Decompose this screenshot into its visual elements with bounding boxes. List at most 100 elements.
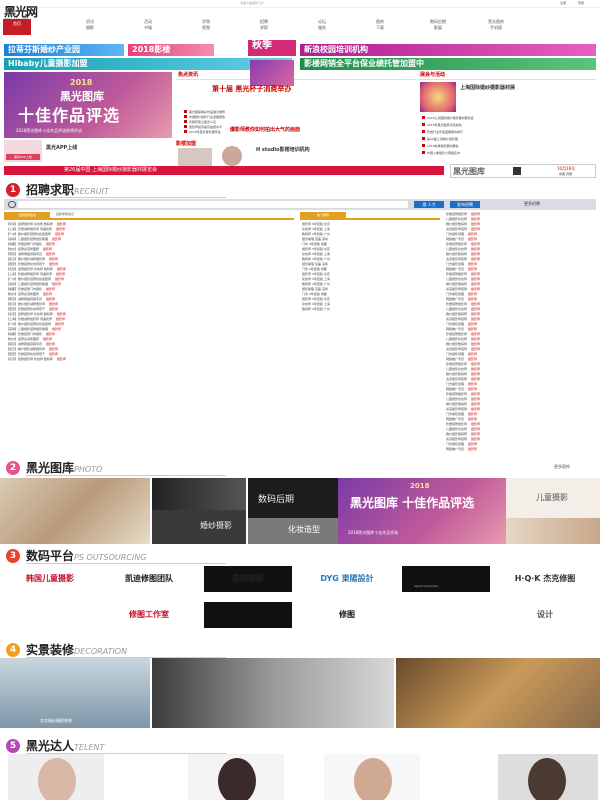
table-row[interactable]: 资深摄影师招聘 摄影师	[446, 257, 598, 261]
table-row[interactable]: 【广州】婚纱摄影招聘化妆造型师 摄影师	[6, 232, 296, 236]
table-row[interactable]: 资深摄影师招聘 摄影师	[446, 347, 598, 351]
table-row[interactable]: 儿童摄影化妆师 摄影师	[446, 337, 598, 341]
table-row[interactable]: 门市销售经理 摄影师	[446, 292, 598, 296]
table-row[interactable]: 【北京】招聘摄影师 化妆师 数码师 摄影师	[6, 357, 296, 361]
table-row[interactable]: 婚纱摄影数码师 摄影师	[446, 342, 598, 346]
studio-logo[interactable]: 设计	[501, 602, 589, 628]
banner-hibaby[interactable]: Hibaby儿童摄影加盟	[4, 58, 292, 70]
table-row[interactable]: 资深摄影师招聘 摄影师	[446, 227, 598, 231]
table-row[interactable]: 【武汉】婚纱摄影诚聘摄影师 摄影师	[6, 302, 296, 306]
studio-logo[interactable]	[6, 602, 94, 628]
table-row[interactable]: 【杭州】招聘资深修图师 摄影师	[6, 247, 296, 251]
tab-all-jobs[interactable]: 全部招聘信息	[4, 212, 50, 218]
table-row[interactable]: 【深圳】儿童摄影招聘摄影助理 摄影师	[6, 237, 296, 241]
table-row[interactable]: 儿童摄影化妆师 摄影师	[446, 247, 598, 251]
table-row[interactable]: 网络推广专员 摄影师	[446, 297, 598, 301]
table-row[interactable]: 【杭州】招聘资深修图师 摄影师	[6, 292, 296, 296]
feature-promo[interactable]: 2018 黑光图库 十佳作品评选 2018黑光图库十佳作品评选即将开启	[4, 72, 172, 138]
studio-logo[interactable]	[204, 602, 292, 628]
table-row[interactable]: 门市 4年经验 成都	[302, 292, 442, 296]
recruit-search-input[interactable]	[18, 201, 408, 208]
table-row[interactable]: 【北京】招聘摄影师 化妆师 数码师 摄影师	[6, 267, 296, 271]
table-row[interactable]: 摄影助理 应届 深圳	[302, 262, 442, 266]
list-item[interactable]: 中国人像摄影大赛报名中	[422, 151, 598, 155]
nav-link[interactable]: 服务	[302, 25, 342, 31]
photo-portrait[interactable]	[506, 518, 600, 544]
news-tab-studio[interactable]: 影楼加盟	[176, 140, 196, 147]
photo-wedding[interactable]: 婚纱摄影	[152, 510, 246, 544]
table-row[interactable]: 婚纱摄影数码师 摄影师	[446, 432, 598, 436]
table-row[interactable]: 【西安】影楼招聘化妆师若干 摄影师	[6, 262, 296, 266]
decor-blue-room[interactable]: 北京婚纱摄影装修	[0, 658, 150, 728]
app-title[interactable]: 黑光APP上线	[46, 144, 77, 151]
table-row[interactable]: 【上海】影楼诚聘摄影师 待遇优厚 摄影师	[6, 317, 296, 321]
list-item[interactable]: 2018上海国际婚纱摄影器材展览会	[422, 116, 598, 120]
table-row[interactable]: 摄影助理 应届 深圳	[302, 237, 442, 241]
studio-logo[interactable]: 修图工作室	[105, 602, 193, 628]
tab-job-seekers[interactable]: 最新求职信息	[56, 212, 74, 216]
more-photo-link[interactable]: 更多图库	[554, 464, 570, 470]
table-row[interactable]: 【深圳】儿童摄影招聘摄影助理 摄影师	[6, 327, 296, 331]
table-row[interactable]: 婚纱摄影数码师 摄影师	[446, 312, 598, 316]
list-item[interactable]: 摄影师如何提高拍摄水平	[184, 125, 416, 129]
photo-digital[interactable]: 数码后期	[248, 478, 338, 518]
table-row[interactable]: 摄影师 5年经验 北京	[302, 297, 442, 301]
studio-logo[interactable]: 星韵摄影	[204, 566, 292, 592]
table-row[interactable]: 【成都】影楼招聘门市销售 摄影师	[6, 287, 296, 291]
login-link[interactable]: 登录	[578, 1, 584, 5]
table-row[interactable]: 网络推广专员 摄影师	[446, 267, 598, 271]
table-row[interactable]: 资深摄影师招聘 摄影师	[446, 407, 598, 411]
banner-autumn[interactable]: 秋季	[248, 40, 296, 56]
table-row[interactable]: 【深圳】儿童摄影招聘摄影助理 摄影师	[6, 282, 296, 286]
nav-link[interactable]: 影展	[418, 25, 458, 31]
table-row[interactable]: 化妆师 3年经验 上海	[302, 277, 442, 281]
studio-logo[interactable]: H·Q·K 杰克修图	[501, 566, 589, 592]
banner-lady[interactable]: 拉蒂芬斯婚纱产业园	[4, 44, 124, 56]
news-headline[interactable]: 第十届 黑光杯子消费举办	[212, 84, 291, 94]
list-item[interactable]: 2018年黑光图库评选启动	[422, 123, 598, 127]
table-row[interactable]: 摄影助理 应届 深圳	[302, 287, 442, 291]
exhibit-ad[interactable]: 黑光图库 10月16号 中国·济南	[450, 164, 596, 178]
banner-online[interactable]: 影楼网销全平台保业绩托管加盟中	[300, 58, 596, 70]
table-row[interactable]: 影楼招聘摄影师 摄影师	[446, 392, 598, 396]
table-row[interactable]: 化妆师 3年经验 上海	[302, 252, 442, 256]
table-row[interactable]: 网络推广专员 摄影师	[446, 417, 598, 421]
list-item[interactable]: 2018秋季摄影器材展会	[422, 144, 598, 148]
list-item[interactable]: 第26届上海婚纱摄影展	[422, 137, 598, 141]
table-row[interactable]: 婚纱摄影数码师 摄影师	[446, 252, 598, 256]
table-row[interactable]: 【南京】诚聘网络营销专员 摄影师	[6, 252, 296, 256]
table-row[interactable]: 网络推广专员 摄影师	[446, 327, 598, 331]
table-row[interactable]: 【上海】影楼诚聘摄影师 待遇优厚 摄影师	[6, 227, 296, 231]
banner-training[interactable]: 新浪校园培训机构	[300, 44, 596, 56]
studio-logo[interactable]: DYG 東陽設計	[303, 566, 391, 592]
more-jobs-link[interactable]: 更多招聘	[524, 201, 540, 207]
table-row[interactable]: 【南京】诚聘网络营销专员 摄影师	[6, 297, 296, 301]
table-row[interactable]: 影楼招聘摄影师 摄影师	[446, 422, 598, 426]
talent-1[interactable]	[8, 754, 104, 800]
nav-link[interactable]: 视频	[186, 25, 226, 31]
list-item[interactable]: 影楼行业年度盛典即将举行	[422, 130, 598, 134]
table-row[interactable]: 【西安】影楼招聘化妆师若干 摄影师	[6, 307, 296, 311]
tab-hot[interactable]: 热门推荐	[300, 212, 346, 218]
table-row[interactable]: 婚纱摄影数码师 摄影师	[446, 372, 598, 376]
table-row[interactable]: 儿童摄影化妆师 摄影师	[446, 427, 598, 431]
studio-logo[interactable]: 修图	[303, 602, 391, 628]
table-row[interactable]: 摄影师 5年经验 北京	[302, 247, 442, 251]
register-link[interactable]: 注册	[560, 1, 566, 5]
table-row[interactable]: 门市销售经理 摄影师	[446, 412, 598, 416]
table-row[interactable]: 影楼招聘摄影师 摄影师	[446, 242, 598, 246]
table-row[interactable]: 网络推广专员 摄影师	[446, 387, 598, 391]
decor-gold-hall[interactable]	[396, 658, 600, 728]
photo-makeup[interactable]: 化妆造型	[248, 518, 338, 544]
studio-logo[interactable]: 韩国儿童摄影	[6, 566, 94, 592]
nav-link[interactable]: 求职	[244, 25, 284, 31]
nav-link[interactable]: 书城	[128, 25, 168, 31]
table-row[interactable]: 门市销售经理 摄影师	[446, 352, 598, 356]
banner-studio[interactable]: 2018影楼	[128, 44, 214, 56]
table-row[interactable]: 门市销售经理 摄影师	[446, 232, 598, 236]
table-row[interactable]: 儿童摄影化妆师 摄影师	[446, 217, 598, 221]
exhibit-title[interactable]: 展会与活动	[420, 71, 445, 78]
table-row[interactable]: 婚纱摄影数码师 摄影师	[446, 222, 598, 226]
list-item[interactable]: 影楼转型之路怎么走	[184, 120, 416, 124]
table-row[interactable]: 儿童摄影化妆师 摄影师	[446, 367, 598, 371]
